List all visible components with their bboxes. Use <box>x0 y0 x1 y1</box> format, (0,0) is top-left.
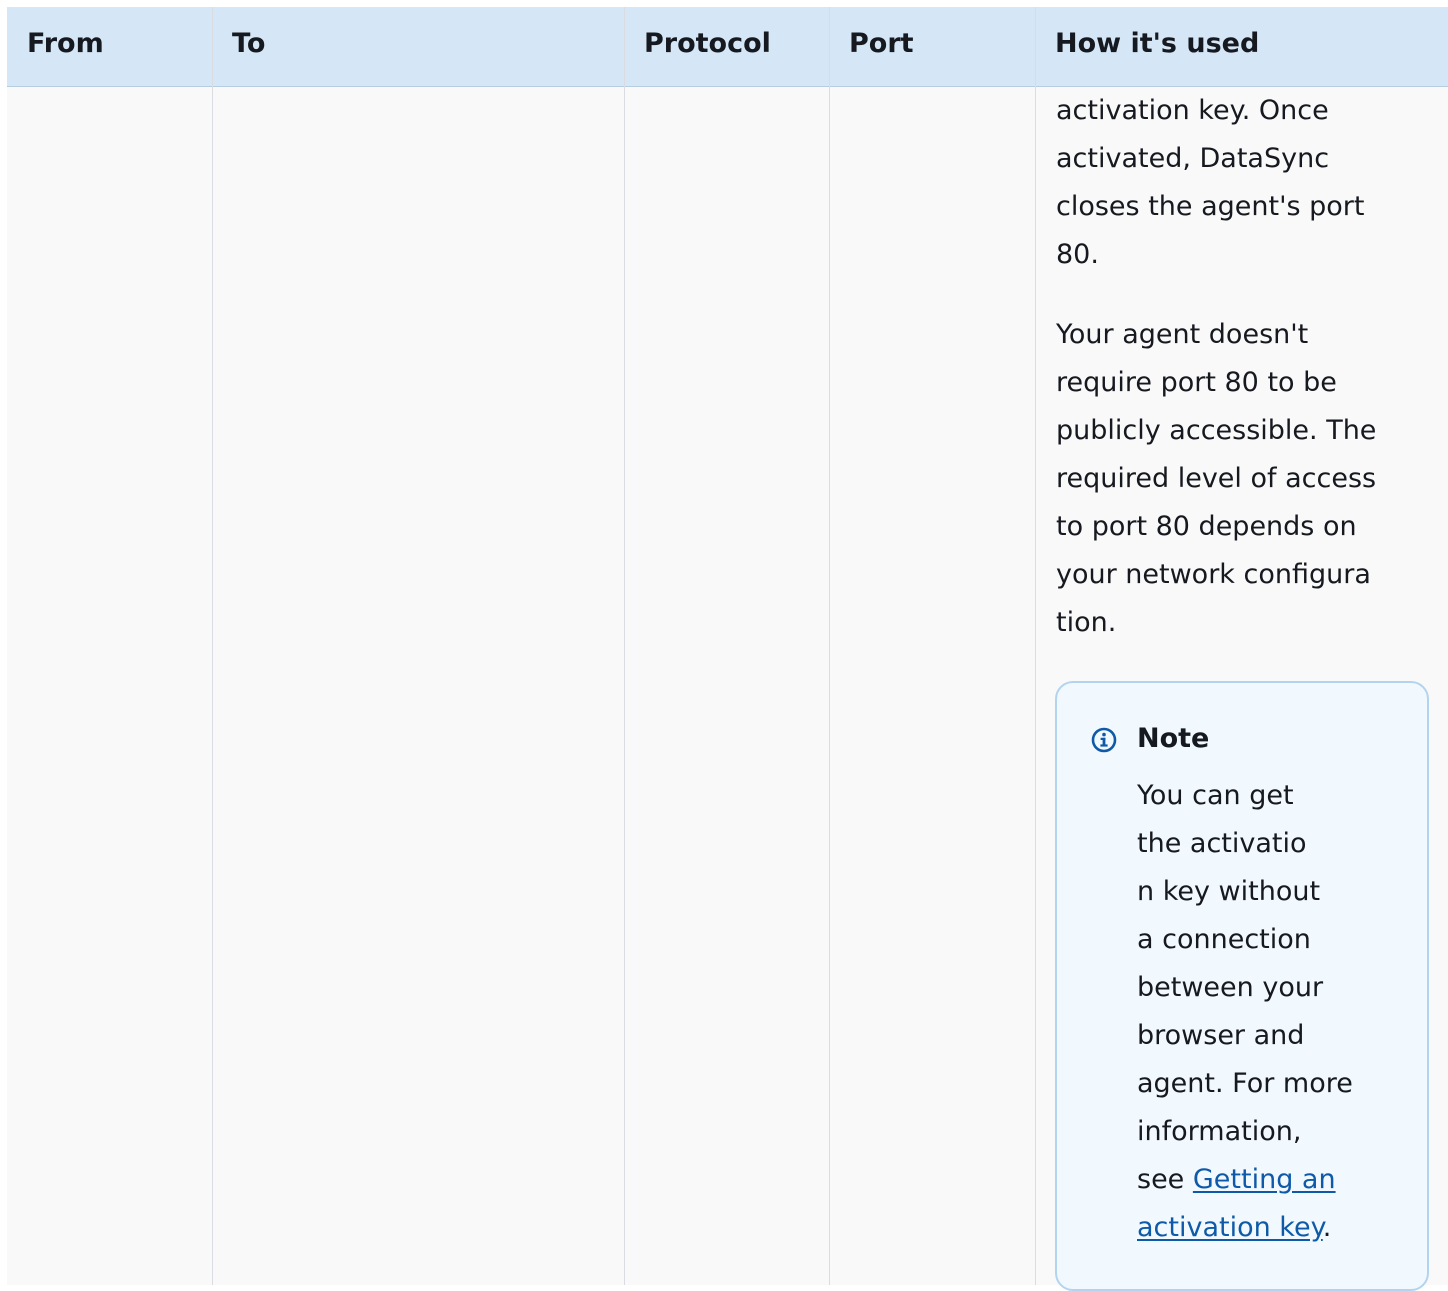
column-divider <box>829 7 830 1285</box>
table-header-row: From To Protocol Port How it's used <box>7 7 1448 87</box>
paragraph-text: activation key. Once activated, DataSync… <box>1056 95 1365 270</box>
note-body: You can get the activatio n key without … <box>1137 772 1397 1252</box>
ports-table: From To Protocol Port How it's used acti… <box>7 7 1448 1291</box>
column-divider <box>212 7 213 1285</box>
header-how-its-used: How it's used <box>1055 28 1260 59</box>
header-from: From <box>27 28 104 59</box>
note-body-period: . <box>1322 1212 1332 1243</box>
header-port: Port <box>849 28 914 59</box>
note-title: Note <box>1137 723 1210 754</box>
header-to: To <box>232 28 266 59</box>
paragraph-text: Your agent doesn't require port 80 to be… <box>1056 319 1377 638</box>
column-divider <box>624 7 625 1285</box>
note-callout: Note You can get the activatio n key wit… <box>1055 681 1429 1291</box>
header-protocol: Protocol <box>644 28 771 59</box>
how-its-used-paragraph-2: Your agent doesn't require port 80 to be… <box>1056 311 1416 647</box>
info-icon <box>1091 727 1117 753</box>
note-body-text: You can get the activatio n key without … <box>1137 780 1353 1195</box>
column-divider <box>1035 7 1036 1285</box>
how-its-used-paragraph-1: activation key. Once activated, DataSync… <box>1056 87 1416 279</box>
